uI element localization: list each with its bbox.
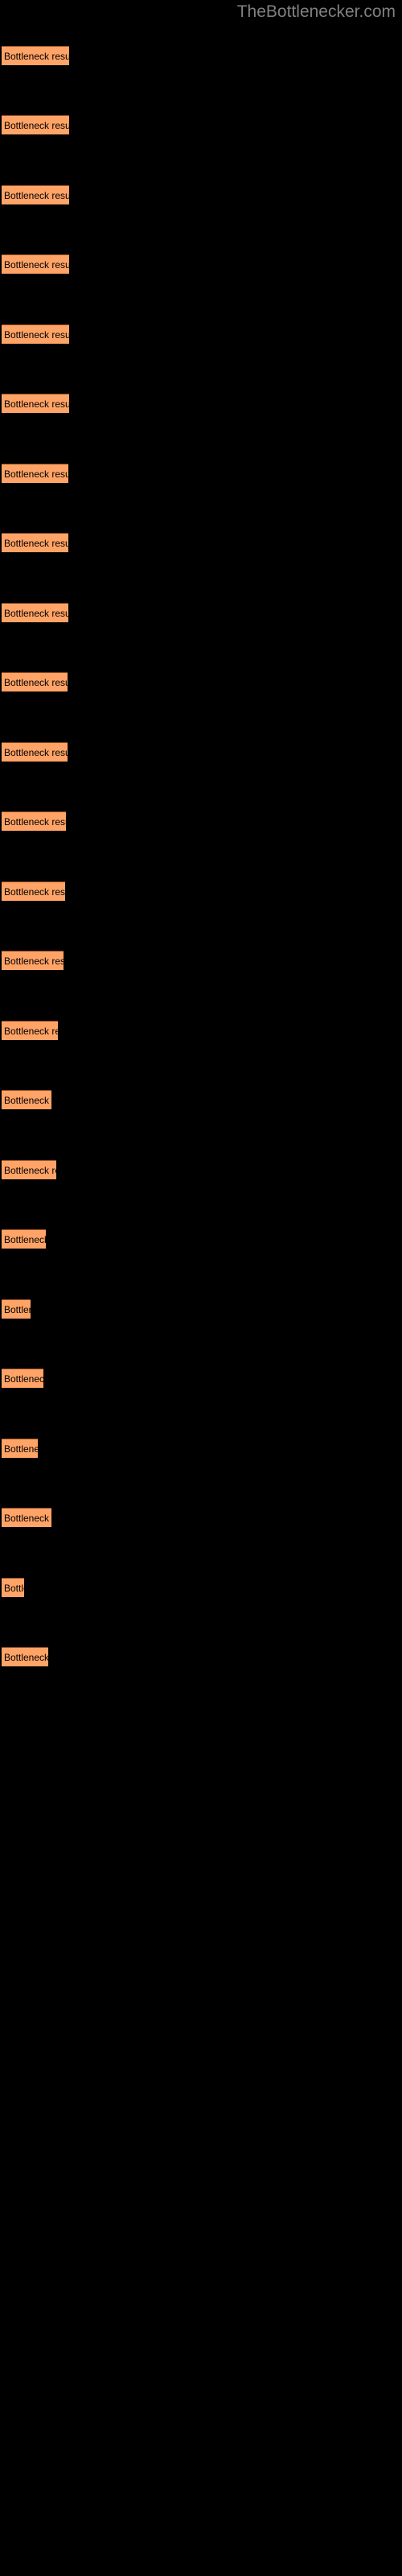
bar[interactable]: Bottleneck result (2, 1021, 58, 1040)
bar-row: Bottleneck result (0, 533, 402, 552)
bar-label: Bottleneck result (4, 259, 69, 270)
bar-row: Bottleneck result (0, 254, 402, 274)
bar-row: Bottleneck result (0, 185, 402, 204)
bar-row: Bottleneck result (0, 951, 402, 970)
bar[interactable]: Bottleneck result (2, 742, 68, 762)
bar-row: Bottleneck result (0, 603, 402, 622)
bottleneck-bar-chart: Bottleneck result Bottleneck result Bottle… (0, 0, 402, 2576)
bar[interactable]: Bottleneck result (2, 1578, 24, 1597)
bar-label: Bottleneck result (4, 469, 68, 480)
bar[interactable]: Bottleneck result (2, 324, 69, 344)
bar-label: Bottleneck result (4, 1373, 43, 1385)
bar-row: Bottleneck result (0, 1368, 402, 1388)
bar[interactable]: Bottleneck result (2, 672, 68, 691)
bar-row: Bottleneck result (0, 1578, 402, 1597)
bar-label: Bottleneck result (4, 538, 68, 549)
bar-row: Bottleneck result (0, 394, 402, 413)
bar[interactable]: Bottleneck result (2, 881, 65, 901)
bar-label: Bottleneck result (4, 1234, 46, 1245)
bar-row: Bottleneck result (0, 46, 402, 65)
bar[interactable]: Bottleneck result (2, 1508, 51, 1527)
bar-label: Bottleneck result (4, 120, 69, 131)
bar-label: Bottleneck result (4, 816, 66, 828)
bar-label: Bottleneck result (4, 1165, 56, 1176)
bar[interactable]: Bottleneck result (2, 1160, 56, 1179)
bar-label: Bottleneck result (4, 329, 69, 341)
bar-row: Bottleneck result (0, 1299, 402, 1319)
bar[interactable]: Bottleneck result (2, 1299, 31, 1319)
bar-row: Bottleneck result (0, 1647, 402, 1666)
bar-label: Bottleneck result (4, 1095, 51, 1106)
bar[interactable]: Bottleneck result (2, 1229, 46, 1249)
bar-row: Bottleneck result (0, 115, 402, 134)
bar-row: Bottleneck result (0, 742, 402, 762)
bar-row: Bottleneck result (0, 1508, 402, 1527)
bar-row: Bottleneck result (0, 811, 402, 831)
bar-label: Bottleneck result (4, 1583, 24, 1594)
bar-row: Bottleneck result (0, 1229, 402, 1249)
bar-label: Bottleneck result (4, 1304, 31, 1315)
bar-row: Bottleneck result (0, 1439, 402, 1458)
bar-label: Bottleneck result (4, 1026, 58, 1037)
bar-row: Bottleneck result (0, 1021, 402, 1040)
bar-label: Bottleneck result (4, 608, 68, 619)
bar[interactable]: Bottleneck result (2, 1368, 43, 1388)
bar[interactable]: Bottleneck result (2, 1439, 38, 1458)
bar[interactable]: Bottleneck result (2, 46, 69, 65)
bar[interactable]: Bottleneck result (2, 1090, 51, 1109)
bar-row: Bottleneck result (0, 672, 402, 691)
bar[interactable]: Bottleneck result (2, 811, 66, 831)
bar-label: Bottleneck result (4, 747, 68, 758)
bar[interactable]: Bottleneck result (2, 951, 64, 970)
bar-label: Bottleneck result (4, 190, 69, 201)
bar[interactable]: Bottleneck result (2, 185, 69, 204)
bar-row: Bottleneck result (0, 1090, 402, 1109)
bar-label: Bottleneck result (4, 398, 69, 410)
bar-label: Bottleneck result (4, 677, 68, 688)
bar-label: Bottleneck result (4, 51, 69, 62)
bar-label: Bottleneck result (4, 886, 65, 898)
bar-row: Bottleneck result (0, 881, 402, 901)
bar[interactable]: Bottleneck result (2, 464, 68, 483)
bar[interactable]: Bottleneck result (2, 394, 69, 413)
bar-row: Bottleneck result (0, 464, 402, 483)
bar[interactable]: Bottleneck result (2, 115, 69, 134)
bar[interactable]: Bottleneck result (2, 254, 69, 274)
bar[interactable]: Bottleneck result (2, 603, 68, 622)
bar[interactable]: Bottleneck result (2, 533, 68, 552)
bar-row: Bottleneck result (0, 1160, 402, 1179)
bar-label: Bottleneck result (4, 1443, 38, 1455)
bar-label: Bottleneck result (4, 1513, 51, 1524)
bar-label: Bottleneck result (4, 956, 64, 967)
bar-row: Bottleneck result (0, 324, 402, 344)
bar[interactable]: Bottleneck result (2, 1647, 48, 1666)
bar-label: Bottleneck result (4, 1652, 48, 1663)
